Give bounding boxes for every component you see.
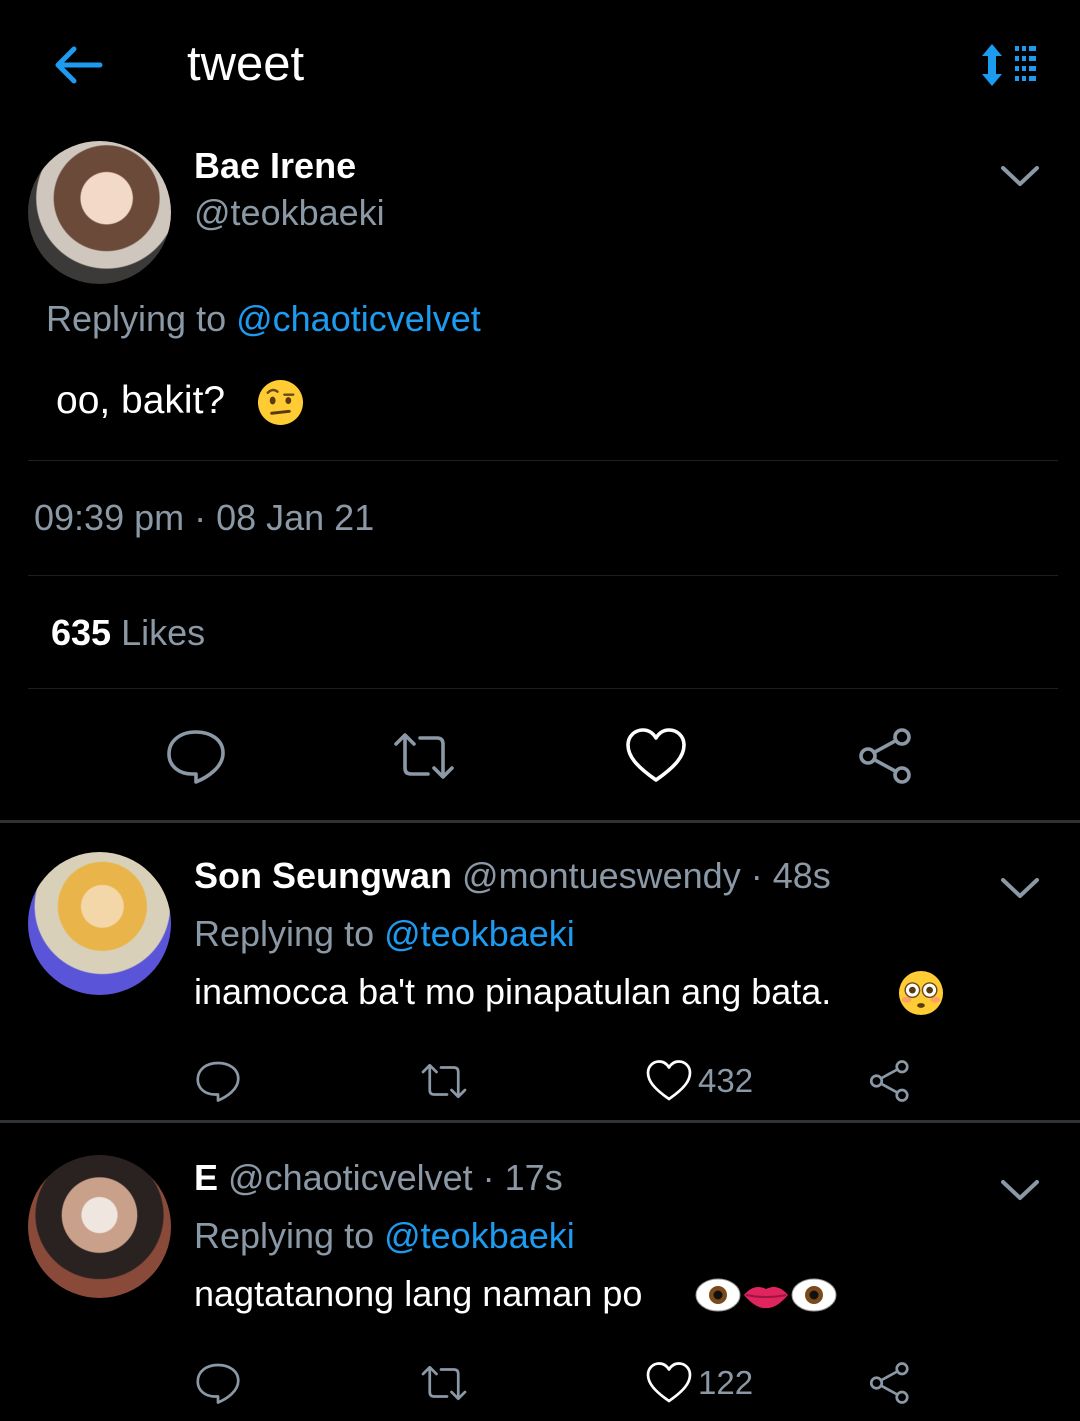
reply-icon[interactable]: [194, 1057, 242, 1105]
heart-icon[interactable]: [645, 1057, 693, 1105]
share-icon[interactable]: [866, 1359, 914, 1407]
reply-text: inamocca ba't mo pinapatulan ang bata.: [194, 971, 832, 1012]
like-count: 432: [698, 1062, 754, 1099]
reply-meta: @chaoticvelvet · 17s: [218, 1157, 563, 1198]
author-name[interactable]: Bae Irene: [194, 146, 356, 186]
likes-count[interactable]: 635 Likes: [51, 611, 205, 655]
tweet-timestamp: 09:39 pm · 08 Jan 21: [34, 497, 375, 538]
replying-to: Replying to @teokbaeki: [194, 1215, 575, 1257]
reply-meta: @montueswendy · 48s: [452, 855, 831, 896]
replying-prefix: Replying to: [194, 1215, 385, 1256]
reply-author-name[interactable]: Son Seungwan: [194, 855, 452, 896]
reply-icon[interactable]: [194, 1359, 242, 1407]
back-arrow-icon[interactable]: [50, 40, 106, 90]
reply-header: E @chaoticvelvet · 17s: [194, 1157, 563, 1199]
replying-to-link[interactable]: @teokbaeki: [384, 913, 575, 954]
replying-prefix: Replying to: [194, 913, 385, 954]
replying-to-link[interactable]: @teokbaeki: [384, 1215, 575, 1256]
author-handle[interactable]: @teokbaeki: [194, 193, 385, 233]
page-title: tweet: [187, 37, 305, 91]
reply-icon[interactable]: [164, 724, 228, 788]
heart-icon[interactable]: [645, 1359, 693, 1407]
chevron-down-icon[interactable]: [998, 160, 1042, 190]
sort-list-icon[interactable]: [978, 42, 1038, 88]
reply-text: nagtatanong lang naman po: [194, 1273, 643, 1314]
replying-to: Replying to @teokbaeki: [194, 913, 575, 955]
share-icon[interactable]: [854, 724, 918, 788]
like-count: 122: [698, 1364, 754, 1401]
tweet-text: oo, bakit?: [56, 379, 226, 422]
divider: [28, 460, 1058, 461]
divider: [28, 575, 1058, 576]
avatar[interactable]: [28, 1155, 171, 1298]
replying-to-link[interactable]: @chaoticvelvet: [236, 298, 481, 339]
likes-number: 635: [51, 612, 112, 653]
retweet-icon[interactable]: [392, 724, 456, 788]
chevron-down-icon[interactable]: [998, 872, 1042, 902]
heart-icon[interactable]: [624, 724, 688, 788]
share-icon[interactable]: [866, 1057, 914, 1105]
chevron-down-icon[interactable]: [998, 1174, 1042, 1204]
divider: [28, 688, 1058, 689]
retweet-icon[interactable]: [420, 1057, 468, 1105]
raised-eyebrow-emoji-icon: [257, 379, 304, 426]
reply-author-name[interactable]: E: [194, 1157, 218, 1198]
replying-prefix: Replying to: [46, 298, 237, 339]
eyes-lips-emoji-icon: [694, 1275, 838, 1315]
reply-header: Son Seungwan @montueswendy · 48s: [194, 855, 831, 897]
avatar[interactable]: [28, 141, 171, 284]
flushed-face-emoji-icon: [898, 970, 944, 1016]
likes-label: Likes: [111, 612, 206, 653]
replying-to: Replying to @chaoticvelvet: [46, 298, 481, 340]
avatar[interactable]: [28, 852, 171, 995]
divider: [0, 1120, 1080, 1123]
retweet-icon[interactable]: [420, 1359, 468, 1407]
divider: [0, 820, 1080, 823]
